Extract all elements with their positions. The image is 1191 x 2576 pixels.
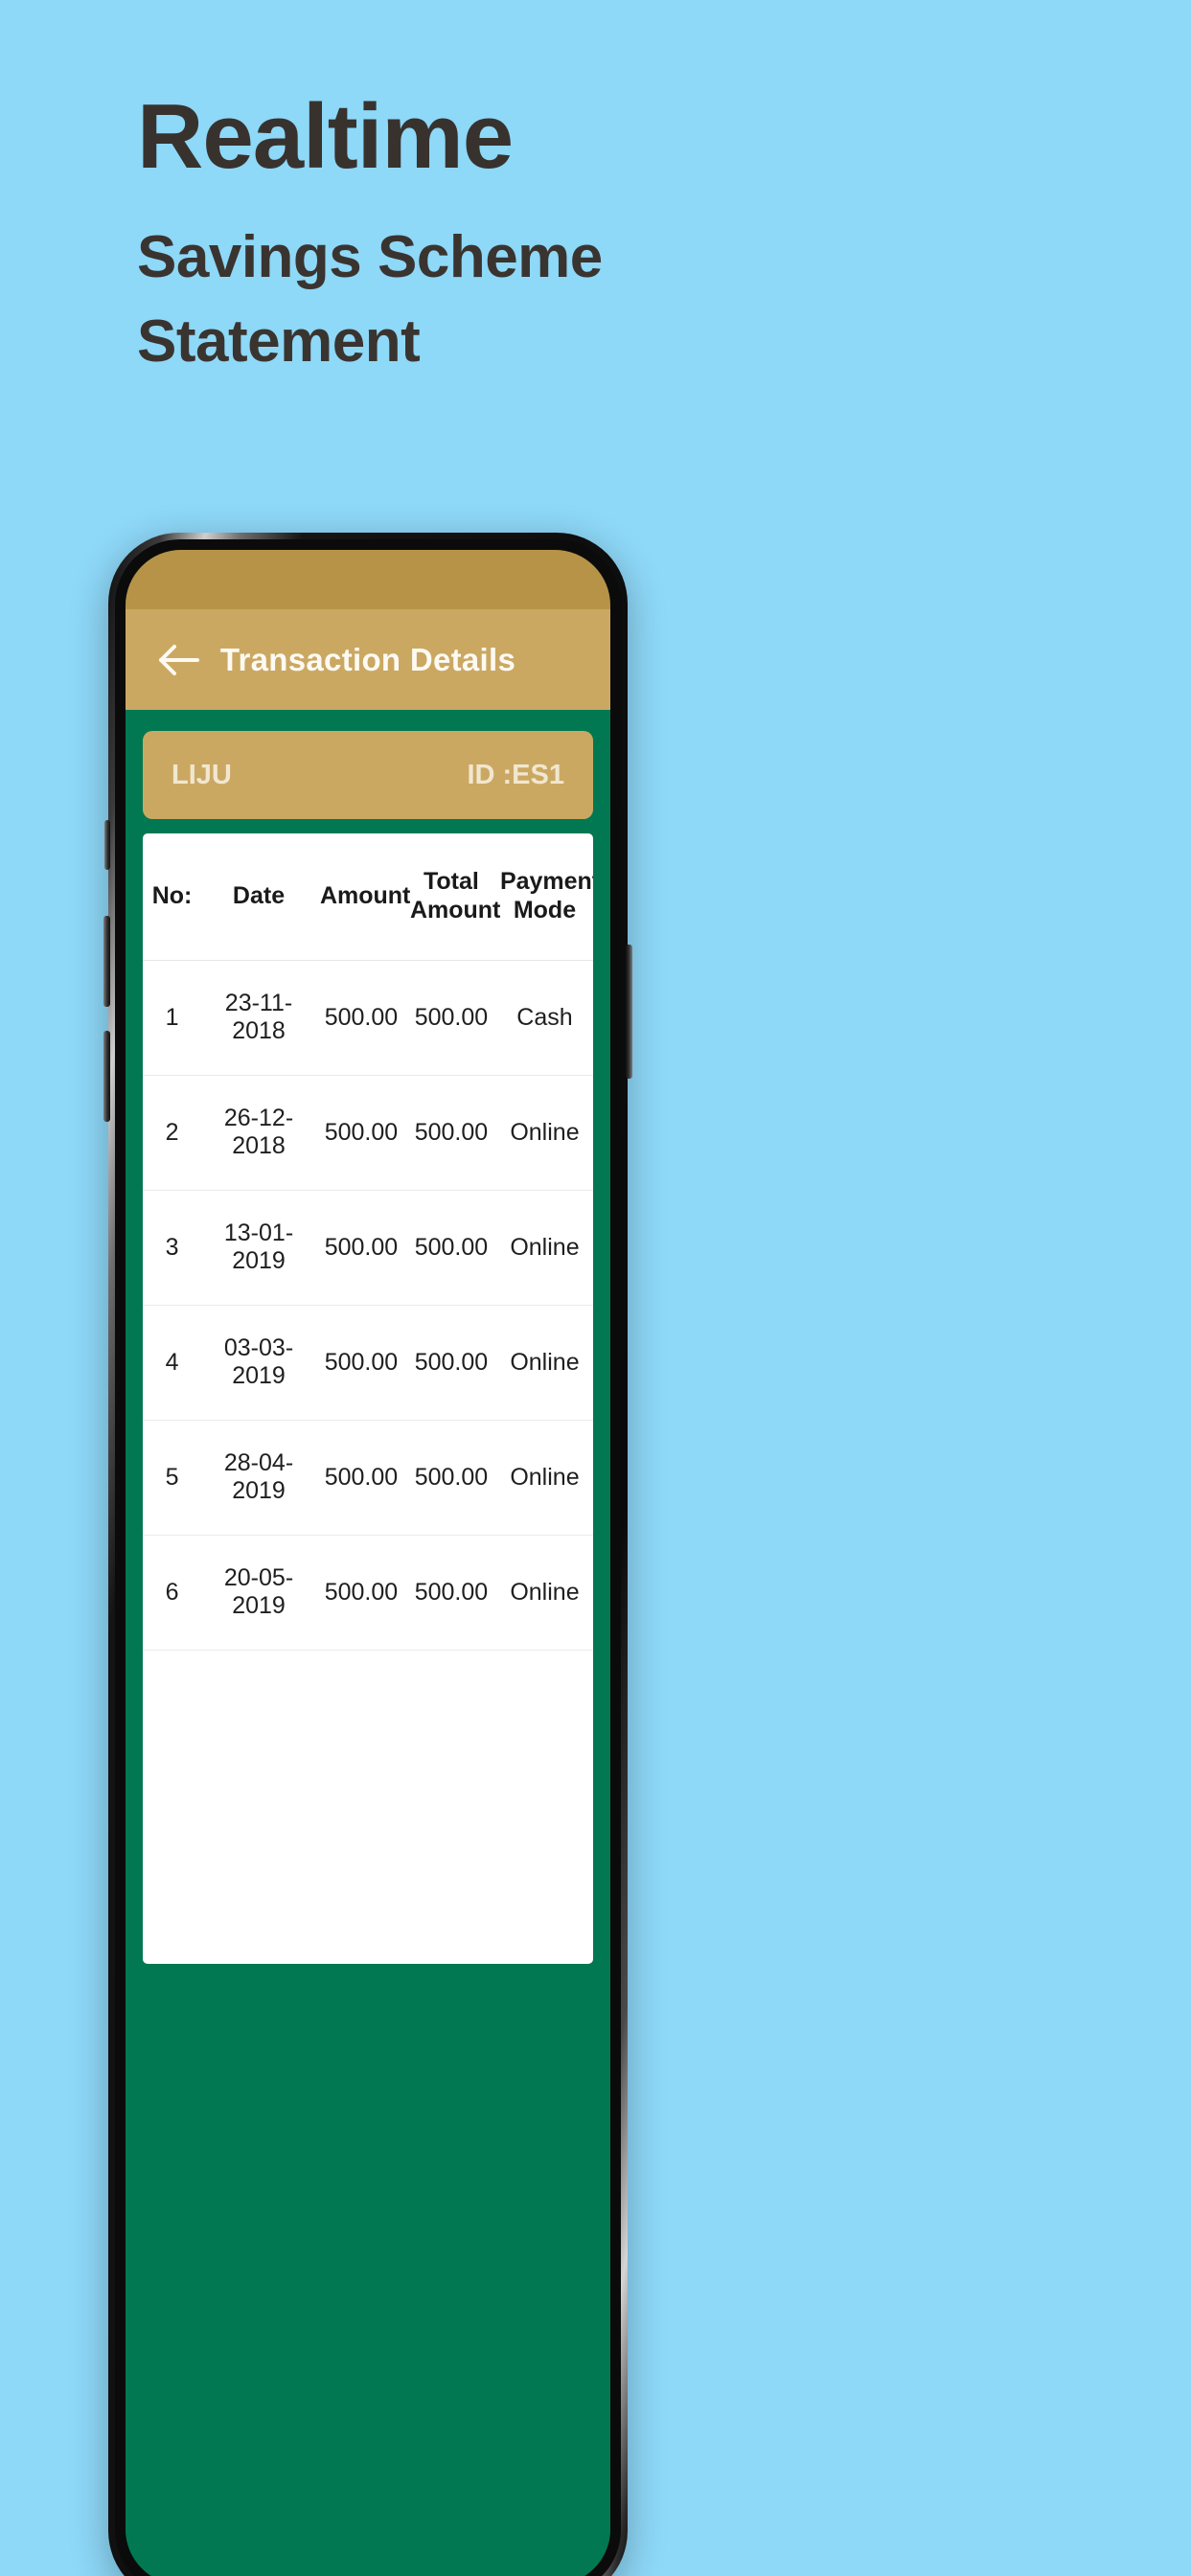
- cell-amount: 500.00: [315, 1420, 406, 1536]
- cell-amount: 500.00: [315, 1075, 406, 1191]
- promo-subtitle: Savings Scheme Statement: [137, 216, 1019, 384]
- account-id: ID :ES1: [467, 759, 564, 790]
- account-name: LIJU: [172, 759, 232, 790]
- cell-total: 500.00: [405, 1075, 496, 1191]
- status-bar-background: [126, 550, 610, 609]
- phone-mockup: Transaction Details LIJU ID :ES1 No: Dat…: [103, 533, 632, 2576]
- table-row[interactable]: 6 20-05-2019 500.00 500.00 Online: [143, 1535, 593, 1651]
- app-bar-title: Transaction Details: [219, 641, 516, 677]
- transactions-table-card: No: Date Amount Total Amount Payment Mod…: [143, 833, 593, 1964]
- cell-date: 20-05-2019: [201, 1535, 316, 1651]
- cell-date: 26-12-2018: [201, 1075, 316, 1191]
- status-bar: [126, 550, 610, 609]
- promo-text-block: Realtime Savings Scheme Statement: [137, 91, 1019, 384]
- cell-total: 500.00: [405, 1190, 496, 1306]
- arrow-left-icon[interactable]: [156, 637, 202, 683]
- cell-date: 28-04-2019: [201, 1420, 316, 1536]
- cell-mode: Online: [495, 1420, 593, 1536]
- cell-mode: Online: [495, 1535, 593, 1651]
- phone-screen: Transaction Details LIJU ID :ES1 No: Dat…: [126, 550, 610, 2576]
- table-header-row: No: Date Amount Total Amount Payment Mod…: [143, 833, 593, 961]
- cell-date: 23-11-2018: [201, 960, 316, 1076]
- table-row[interactable]: 3 13-01-2019 500.00 500.00 Online: [143, 1190, 593, 1306]
- cell-amount: 500.00: [315, 960, 406, 1076]
- cell-no: 4: [143, 1305, 202, 1421]
- cell-total: 500.00: [405, 1305, 496, 1421]
- cell-mode: Cash: [495, 960, 593, 1076]
- cell-total: 500.00: [405, 960, 496, 1076]
- cell-total: 500.00: [405, 1535, 496, 1651]
- table-row[interactable]: 2 26-12-2018 500.00 500.00 Online: [143, 1075, 593, 1191]
- cell-no: 2: [143, 1075, 202, 1191]
- table-body: 1 23-11-2018 500.00 500.00 Cash 2 26-12-…: [143, 960, 593, 1651]
- cell-mode: Online: [495, 1190, 593, 1306]
- table-row[interactable]: 5 28-04-2019 500.00 500.00 Online: [143, 1420, 593, 1536]
- promo-subtitle-line-1: Savings Scheme: [137, 224, 603, 290]
- column-header-no: No:: [143, 833, 202, 961]
- cell-amount: 500.00: [315, 1305, 406, 1421]
- cell-no: 3: [143, 1190, 202, 1306]
- phone-button-volume-down[interactable]: [103, 1031, 110, 1122]
- cell-amount: 500.00: [315, 1190, 406, 1306]
- cell-no: 5: [143, 1420, 202, 1536]
- cell-date: 03-03-2019: [201, 1305, 316, 1421]
- column-header-date: Date: [201, 833, 316, 961]
- promo-page: Realtime Savings Scheme Statement Transa…: [0, 0, 1191, 2576]
- phone-button-silent[interactable]: [104, 820, 110, 870]
- transactions-table: No: Date Amount Total Amount Payment Mod…: [143, 833, 593, 1651]
- cell-mode: Online: [495, 1075, 593, 1191]
- column-header-total: Total Amount: [405, 833, 500, 961]
- app-content: LIJU ID :ES1 No: Date Amount Total Amoun…: [126, 710, 610, 2576]
- cell-mode: Online: [495, 1305, 593, 1421]
- cell-total: 500.00: [405, 1420, 496, 1536]
- account-header-card: LIJU ID :ES1: [143, 731, 593, 819]
- promo-subtitle-line-2: Statement: [137, 308, 421, 376]
- phone-button-power[interactable]: [626, 945, 632, 1079]
- table-row[interactable]: 1 23-11-2018 500.00 500.00 Cash: [143, 960, 593, 1076]
- column-header-payment: Payment Mode: [495, 833, 593, 961]
- cell-amount: 500.00: [315, 1535, 406, 1651]
- cell-no: 1: [143, 960, 202, 1076]
- column-header-amount: Amount: [315, 833, 410, 961]
- phone-button-volume-up[interactable]: [103, 916, 110, 1007]
- cell-date: 13-01-2019: [201, 1190, 316, 1306]
- cell-no: 6: [143, 1535, 202, 1651]
- table-row[interactable]: 4 03-03-2019 500.00 500.00 Online: [143, 1305, 593, 1421]
- page-title: Realtime: [137, 85, 514, 188]
- app-bar: Transaction Details: [126, 609, 610, 710]
- phone-bezel: Transaction Details LIJU ID :ES1 No: Dat…: [115, 539, 621, 2576]
